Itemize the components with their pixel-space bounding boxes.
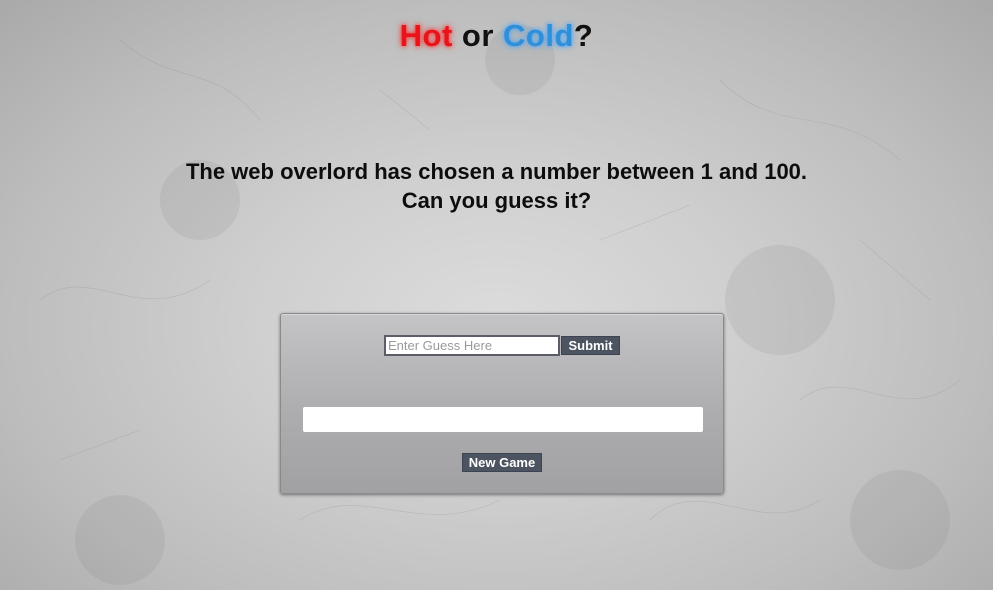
feedback-display: [303, 407, 703, 432]
background-texture: [39, 25, 961, 585]
title-cold: Cold: [503, 18, 574, 53]
instructions-line-1: The web overlord has chosen a number bet…: [185, 159, 808, 184]
game-panel: Submit New Game: [280, 313, 724, 494]
title-hot: Hot: [399, 18, 453, 53]
title-question-mark: ?: [573, 18, 594, 53]
game-instructions: The web overlord has chosen a number bet…: [0, 157, 993, 215]
title-or: or: [452, 18, 504, 53]
guess-input[interactable]: [384, 335, 560, 356]
page-title: Hot or Cold?: [0, 18, 993, 54]
instructions-line-2: Can you guess it?: [401, 188, 592, 213]
new-game-button[interactable]: New Game: [462, 453, 542, 472]
submit-button[interactable]: Submit: [561, 336, 620, 355]
